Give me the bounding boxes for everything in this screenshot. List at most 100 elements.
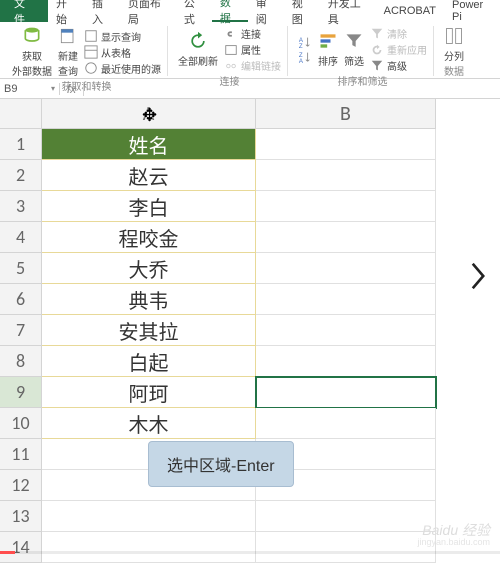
cell-B6[interactable]: [256, 284, 436, 315]
row-header[interactable]: 8: [0, 346, 42, 377]
column-header-A[interactable]: A: [42, 99, 256, 129]
worksheet[interactable]: A B 1姓名 2赵云 3李白 4程咬金 5大乔 6典韦 7安其拉 8白起 9阿…: [0, 99, 500, 563]
row-header[interactable]: 1: [0, 129, 42, 160]
sort-asc-button[interactable]: AZ: [298, 35, 312, 49]
name-box-value: B9: [4, 83, 17, 95]
cell-B7[interactable]: [256, 315, 436, 346]
row-header[interactable]: 2: [0, 160, 42, 191]
cell-A9[interactable]: 阿珂: [42, 377, 256, 408]
next-slide-button[interactable]: [462, 260, 494, 292]
text-to-columns-icon: [444, 26, 464, 46]
table-icon: [84, 45, 98, 59]
cell-A8[interactable]: 白起: [42, 346, 256, 377]
filter-icon: [344, 31, 364, 51]
tab-view[interactable]: 视图: [284, 0, 320, 22]
svg-text:Z: Z: [299, 43, 303, 49]
list-icon: [84, 29, 98, 43]
cell-B1[interactable]: [256, 129, 436, 160]
tab-insert[interactable]: 插入: [84, 0, 120, 22]
tab-acrobat[interactable]: ACROBAT: [376, 0, 444, 22]
row-header[interactable]: 9: [0, 377, 42, 408]
sort-button[interactable]: 排序: [318, 31, 338, 68]
new-query-icon: [58, 26, 78, 46]
cell-B4[interactable]: [256, 222, 436, 253]
group-connections: 全部刷新 连接 属性 编辑链接 连接: [172, 26, 288, 76]
cell-B3[interactable]: [256, 191, 436, 222]
watermark: Baidu 经验 jingyan.baidu.com: [417, 523, 490, 548]
row-header[interactable]: 13: [0, 501, 42, 532]
row-header[interactable]: 6: [0, 284, 42, 315]
cell-A1[interactable]: 姓名: [42, 129, 256, 160]
row-header[interactable]: 10: [0, 408, 42, 439]
svg-text:A: A: [299, 58, 304, 64]
row-header[interactable]: 4: [0, 222, 42, 253]
recent-sources-button[interactable]: 最近使用的源: [84, 61, 161, 76]
cell-B9[interactable]: [256, 377, 436, 408]
refresh-all-button[interactable]: 全部刷新: [178, 31, 218, 68]
row-header[interactable]: 7: [0, 315, 42, 346]
tab-review[interactable]: 审阅: [248, 0, 284, 22]
cell-B10[interactable]: [256, 408, 436, 439]
cell-A3[interactable]: 李白: [42, 191, 256, 222]
advanced-icon: [370, 59, 384, 73]
get-external-data-button[interactable]: 获取 外部数据: [12, 26, 52, 78]
show-queries-button[interactable]: 显示查询: [84, 29, 161, 44]
tab-data[interactable]: 数据: [212, 0, 248, 22]
sort-asc-icon: AZ: [298, 35, 312, 49]
instruction-tooltip: 选中区域-Enter: [148, 441, 294, 487]
ribbon-body: 获取 外部数据 新建 查询 显示查询 从表格: [0, 22, 500, 78]
recent-icon: [84, 61, 98, 75]
select-all-corner[interactable]: [0, 99, 42, 129]
reapply-button[interactable]: 重新应用: [370, 42, 427, 57]
cell-A14[interactable]: [42, 532, 256, 563]
cell-B5[interactable]: [256, 253, 436, 284]
group-data-tools: 分列 数据: [438, 26, 470, 76]
group-sort-filter: AZ ZA 排序 筛选 清除: [292, 26, 434, 76]
sort-icon: [318, 31, 338, 51]
connections-button[interactable]: 连接: [224, 26, 281, 41]
cell-A10[interactable]: 木木: [42, 408, 256, 439]
database-icon: [22, 26, 42, 46]
column-header-B[interactable]: B: [256, 99, 436, 129]
fx-icon[interactable]: fx: [60, 82, 84, 96]
cell-A4[interactable]: 程咬金: [42, 222, 256, 253]
cell-A13[interactable]: [42, 501, 256, 532]
cell-A6[interactable]: 典韦: [42, 284, 256, 315]
cell-A5[interactable]: 大乔: [42, 253, 256, 284]
tab-layout[interactable]: 页面布局: [120, 0, 176, 22]
group-label-conn: 连接: [220, 73, 240, 88]
row-header[interactable]: 5: [0, 253, 42, 284]
refresh-all-label: 全部刷新: [178, 53, 218, 68]
edit-links-button[interactable]: 编辑链接: [224, 58, 281, 73]
tab-formula[interactable]: 公式: [176, 0, 212, 22]
text-to-columns-button[interactable]: 分列: [444, 26, 464, 63]
clear-icon: [370, 27, 384, 41]
ribbon: 文件 开始 插入 页面布局 公式 数据 审阅 视图 开发工具 ACROBAT P…: [0, 0, 500, 79]
filter-button[interactable]: 筛选: [344, 31, 364, 68]
row-header[interactable]: 11: [0, 439, 42, 470]
cell-A7[interactable]: 安其拉: [42, 315, 256, 346]
row-header[interactable]: 3: [0, 191, 42, 222]
properties-button[interactable]: 属性: [224, 42, 281, 57]
row-header[interactable]: 12: [0, 470, 42, 501]
sort-desc-button[interactable]: ZA: [298, 50, 312, 64]
cell-A2[interactable]: 赵云: [42, 160, 256, 191]
tab-dev[interactable]: 开发工具: [320, 0, 376, 22]
tab-file[interactable]: 文件: [0, 0, 48, 22]
from-table-button[interactable]: 从表格: [84, 45, 161, 60]
properties-icon: [224, 43, 238, 57]
tab-strip: 文件 开始 插入 页面布局 公式 数据 审阅 视图 开发工具 ACROBAT P…: [0, 0, 500, 22]
clear-filter-button[interactable]: 清除: [370, 26, 427, 41]
new-query-button[interactable]: 新建 查询: [58, 26, 78, 78]
name-box[interactable]: B9 ▾: [0, 83, 60, 95]
formula-bar-row: B9 ▾ fx: [0, 79, 500, 99]
tab-powerpivot[interactable]: Power Pi: [444, 0, 500, 22]
cell-B14[interactable]: [256, 532, 436, 563]
get-external-label: 获取 外部数据: [12, 48, 52, 78]
row-header[interactable]: 14: [0, 532, 42, 563]
cell-B2[interactable]: [256, 160, 436, 191]
cell-B8[interactable]: [256, 346, 436, 377]
advanced-filter-button[interactable]: 高级: [370, 58, 427, 73]
tab-home[interactable]: 开始: [48, 0, 84, 22]
cell-B13[interactable]: [256, 501, 436, 532]
